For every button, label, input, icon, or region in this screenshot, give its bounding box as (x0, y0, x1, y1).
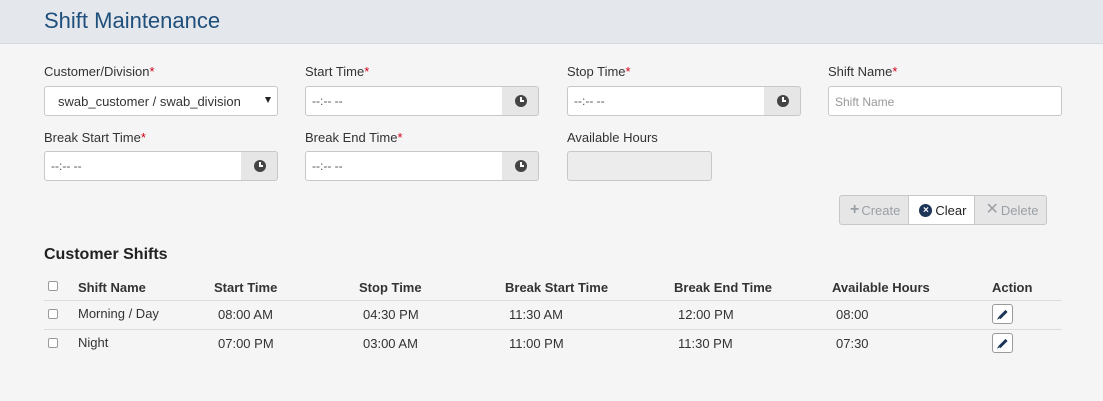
column-header: Action (992, 280, 1033, 295)
clear-button[interactable]: × Clear (909, 195, 976, 225)
available-hours-label: Available Hours (567, 130, 658, 145)
page-header: Shift Maintenance (0, 0, 1103, 44)
column-header: Shift Name (78, 280, 146, 295)
table-divider (44, 329, 1062, 330)
available-hours-field (567, 151, 712, 181)
shift-name-field[interactable] (828, 86, 1062, 116)
action-button-group: + Create × Clear ✕ Delete (839, 195, 1048, 225)
delete-button[interactable]: ✕ Delete (975, 195, 1048, 225)
create-button[interactable]: + Create (839, 195, 910, 225)
row-checkbox[interactable] (48, 338, 58, 348)
shift-name-input[interactable] (835, 95, 1055, 109)
clock-icon (515, 95, 527, 107)
table-cell-break-end: 11:30 PM (678, 336, 733, 351)
clear-circle-icon: × (919, 203, 933, 217)
customer-division-value: swab_customer / swab_division (58, 94, 241, 109)
column-header: Available Hours (832, 280, 930, 295)
table-cell-start-time: 08:00 AM (218, 307, 273, 322)
stop-time-clock-button[interactable] (764, 86, 801, 116)
x-icon: ✕ (985, 201, 999, 218)
column-header: Break End Time (674, 280, 773, 295)
page-title: Shift Maintenance (44, 8, 221, 33)
break-end-input[interactable]: --:-- -- (305, 151, 503, 181)
stop-time-label: Stop Time* (567, 64, 631, 79)
shift-name-label: Shift Name* (828, 64, 898, 79)
break-start-clock-button[interactable] (241, 151, 278, 181)
table-cell-available-hours: 08:00 (836, 307, 869, 322)
stop-time-input[interactable]: --:-- -- (567, 86, 765, 116)
select-all-checkbox[interactable] (48, 281, 58, 291)
start-time-clock-button[interactable] (502, 86, 539, 116)
caret-down-icon (265, 97, 271, 103)
break-start-input[interactable]: --:-- -- (44, 151, 242, 181)
break-start-label: Break Start Time* (44, 130, 146, 145)
table-cell-stop-time: 03:00 AM (363, 336, 418, 351)
pencil-icon (998, 338, 1008, 349)
plus-icon: + (850, 201, 860, 218)
row-checkbox[interactable] (48, 309, 58, 319)
edit-button[interactable] (992, 304, 1013, 324)
table-cell-stop-time: 04:30 PM (363, 307, 419, 322)
break-end-clock-button[interactable] (502, 151, 539, 181)
table-cell-shift-name: Morning / Day (78, 306, 159, 321)
table-cell-start-time: 07:00 PM (218, 336, 274, 351)
customer-shifts-title: Customer Shifts (44, 246, 168, 263)
clock-icon (515, 160, 527, 172)
table-cell-break-start: 11:30 AM (509, 307, 563, 322)
column-header: Stop Time (359, 280, 422, 295)
column-header: Break Start Time (505, 280, 609, 295)
table-cell-available-hours: 07:30 (836, 336, 869, 351)
pencil-icon (998, 309, 1008, 320)
column-header: Start Time (214, 280, 278, 295)
table-cell-shift-name: Night (78, 335, 109, 350)
table-divider (44, 300, 1062, 301)
table-cell-break-end: 12:00 PM (678, 307, 734, 322)
clock-icon (777, 95, 789, 107)
table-cell-break-start: 11:00 PM (509, 336, 564, 351)
start-time-input[interactable]: --:-- -- (305, 86, 503, 116)
start-time-label: Start Time* (305, 64, 370, 79)
edit-button[interactable] (992, 333, 1013, 353)
customer-division-select[interactable]: swab_customer / swab_division (44, 86, 278, 116)
customer-label: Customer/Division* (44, 64, 155, 79)
break-end-label: Break End Time* (305, 130, 403, 145)
clock-icon (254, 160, 266, 172)
